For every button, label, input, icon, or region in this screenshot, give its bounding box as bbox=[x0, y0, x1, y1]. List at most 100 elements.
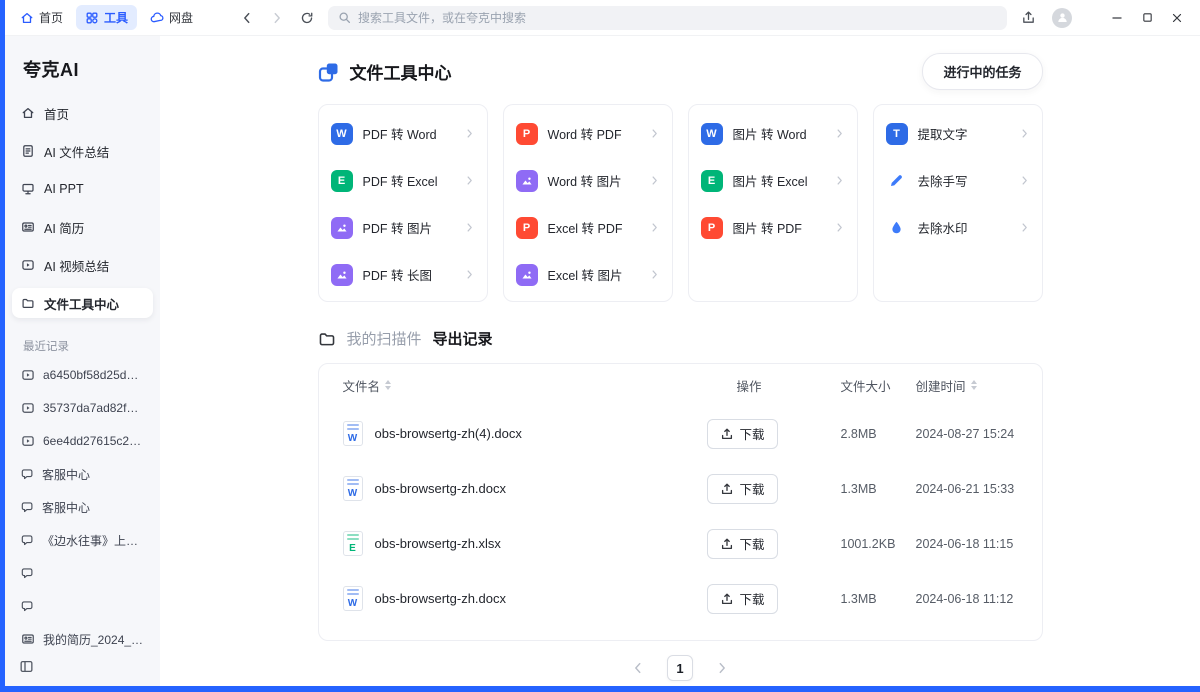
file-name-cell: Eobs-browsertg-zh.xlsx bbox=[343, 531, 693, 556]
download-icon bbox=[720, 537, 734, 551]
file-name-cell: Wobs-browsertg-zh.docx bbox=[343, 586, 693, 611]
sidebar-item-label: AI PPT bbox=[44, 182, 84, 196]
column-header-created[interactable]: 创建时间 bbox=[908, 376, 1026, 395]
tab-my-scans[interactable]: 我的扫描件 bbox=[347, 328, 422, 349]
download-button[interactable]: 下载 bbox=[707, 419, 778, 449]
tool-item[interactable]: EPDF 转 Excel bbox=[331, 157, 475, 204]
column-header-filename[interactable]: 文件名 bbox=[343, 376, 693, 395]
file-name-cell: Wobs-browsertg-zh(4).docx bbox=[343, 421, 693, 446]
forward-button[interactable] bbox=[270, 11, 284, 25]
tool-item[interactable]: 去除手写 bbox=[886, 157, 1030, 204]
sidebar-item-home[interactable]: 首页 bbox=[12, 98, 153, 128]
tool-label: Word 转 PDF bbox=[548, 124, 649, 143]
word-icon: W bbox=[701, 123, 723, 145]
tool-item[interactable]: T提取文字 bbox=[886, 110, 1030, 157]
chevron-right-icon bbox=[649, 128, 660, 139]
page-number[interactable]: 1 bbox=[667, 655, 693, 681]
recent-item-label: 35737da7ad82f11ac66... bbox=[43, 401, 144, 415]
created-time: 2024-06-18 11:15 bbox=[908, 537, 1026, 551]
sidebar-item-ai-ppt[interactable]: AI PPT bbox=[12, 174, 153, 204]
sidebar-item-label: 文件工具中心 bbox=[44, 294, 119, 313]
recent-item[interactable]: a6450bf58d25d0e251... bbox=[12, 362, 153, 388]
maximize-button[interactable] bbox=[1132, 4, 1162, 32]
recent-item[interactable]: 《边水往事》上映平台... bbox=[12, 527, 153, 553]
tool-label: 图片 转 Excel bbox=[733, 171, 834, 190]
browser-tab-drive[interactable]: 网盘 bbox=[141, 5, 202, 30]
file-size: 1001.2KB bbox=[823, 537, 908, 551]
recent-item[interactable] bbox=[12, 593, 153, 619]
download-label: 下载 bbox=[740, 534, 765, 553]
search-bar[interactable] bbox=[328, 6, 1007, 30]
download-button[interactable]: 下载 bbox=[707, 584, 778, 614]
table-row: Wobs-browsertg-zh(4).docx下载2.8MB2024-08-… bbox=[343, 406, 1026, 461]
tool-item[interactable]: Excel 转 图片 bbox=[516, 251, 660, 298]
created-time: 2024-06-21 15:33 bbox=[908, 482, 1026, 496]
search-input[interactable] bbox=[358, 11, 997, 25]
recent-records-title: 最近记录 bbox=[5, 326, 160, 362]
image-icon bbox=[516, 170, 538, 192]
tools-icon bbox=[85, 11, 99, 25]
browser-tab-tools[interactable]: 工具 bbox=[76, 5, 137, 30]
tool-item[interactable]: P图片 转 PDF bbox=[701, 204, 845, 251]
table-row: Wobs-browsertg-zh.docx下载1.3MB2024-06-21 … bbox=[343, 461, 1026, 516]
recent-item[interactable]: 我的简历_2024_08_05 bbox=[12, 626, 153, 651]
pdf-icon: P bbox=[701, 217, 723, 239]
close-button[interactable] bbox=[1162, 4, 1192, 32]
ongoing-tasks-button[interactable]: 进行中的任务 bbox=[922, 53, 1042, 90]
file-name: obs-browsertg-zh(4).docx bbox=[375, 426, 522, 441]
refresh-button[interactable] bbox=[300, 11, 314, 25]
file-name: obs-browsertg-zh.xlsx bbox=[375, 536, 501, 551]
sidebar-item-ai-video-summary[interactable]: AI 视频总结 bbox=[12, 250, 153, 280]
tab-export-records[interactable]: 导出记录 bbox=[433, 328, 493, 349]
tool-item[interactable]: E图片 转 Excel bbox=[701, 157, 845, 204]
tool-item[interactable]: PDF 转 图片 bbox=[331, 204, 475, 251]
tool-item[interactable]: WPDF 转 Word bbox=[331, 110, 475, 157]
image-icon bbox=[516, 264, 538, 286]
tool-item[interactable]: 去除水印 bbox=[886, 204, 1030, 251]
share-button[interactable] bbox=[1021, 10, 1036, 25]
tool-item[interactable]: PWord 转 PDF bbox=[516, 110, 660, 157]
window-frame-left bbox=[0, 0, 5, 692]
prev-page-button[interactable] bbox=[631, 661, 645, 675]
recent-item[interactable]: 客服中心 bbox=[12, 494, 153, 520]
chatdoc-icon bbox=[21, 501, 34, 514]
recent-item-label: a6450bf58d25d0e251... bbox=[43, 368, 144, 382]
browser-tab-home[interactable]: 首页 bbox=[11, 5, 72, 30]
recent-item[interactable]: 客服中心 bbox=[12, 461, 153, 487]
window-frame-bottom bbox=[0, 686, 1200, 692]
page-header: 文件工具中心 进行中的任务 bbox=[318, 53, 1043, 90]
sidebar-item-file-tool-center[interactable]: 文件工具中心 bbox=[12, 288, 153, 318]
tool-label: 去除水印 bbox=[918, 218, 1019, 237]
folder-icon bbox=[318, 330, 336, 348]
word-icon: W bbox=[331, 123, 353, 145]
download-button[interactable]: 下载 bbox=[707, 529, 778, 559]
created-time: 2024-08-27 15:24 bbox=[908, 427, 1026, 441]
excel-icon: E bbox=[331, 170, 353, 192]
tool-card-4: T提取文字去除手写去除水印 bbox=[873, 104, 1043, 302]
avatar[interactable] bbox=[1052, 8, 1072, 28]
column-header-size: 文件大小 bbox=[823, 376, 908, 395]
next-page-button[interactable] bbox=[715, 661, 729, 675]
operation-cell: 下载 bbox=[693, 474, 823, 504]
tool-item[interactable]: W图片 转 Word bbox=[701, 110, 845, 157]
sidebar-item-label: 首页 bbox=[44, 104, 69, 123]
back-button[interactable] bbox=[240, 11, 254, 25]
sidebar-item-ai-resume[interactable]: AI 简历 bbox=[12, 212, 153, 242]
chevron-right-icon bbox=[834, 128, 845, 139]
created-time: 2024-06-18 11:12 bbox=[908, 592, 1026, 606]
download-icon bbox=[720, 482, 734, 496]
recent-item[interactable]: 6ee4dd27615c277af85... bbox=[12, 428, 153, 454]
recent-item[interactable] bbox=[12, 560, 153, 586]
tool-item[interactable]: PDF 转 长图 bbox=[331, 251, 475, 298]
tool-item[interactable]: Word 转 图片 bbox=[516, 157, 660, 204]
download-button[interactable]: 下载 bbox=[707, 474, 778, 504]
recent-item[interactable]: 35737da7ad82f11ac66... bbox=[12, 395, 153, 421]
minimize-button[interactable] bbox=[1102, 4, 1132, 32]
recent-item-label: 我的简历_2024_08_05 bbox=[43, 631, 144, 648]
tool-item[interactable]: PExcel 转 PDF bbox=[516, 204, 660, 251]
sidebar-item-ai-file-summary[interactable]: AI 文件总结 bbox=[12, 136, 153, 166]
collapse-sidebar-button[interactable] bbox=[5, 651, 160, 686]
recent-item-label: 客服中心 bbox=[42, 466, 90, 483]
tool-label: PDF 转 图片 bbox=[363, 218, 464, 237]
file-size: 1.3MB bbox=[823, 592, 908, 606]
